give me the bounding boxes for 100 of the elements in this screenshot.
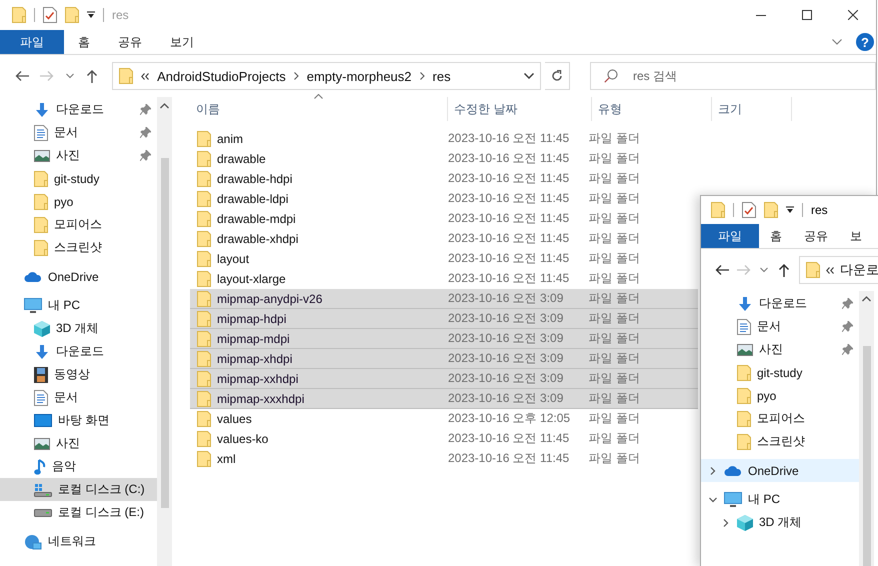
file-name: mipmap-anydpi-v26 xyxy=(217,292,322,306)
file-name: drawable-ldpi xyxy=(217,192,288,206)
cloud-icon xyxy=(724,464,742,476)
type-cell-text: 파일 폴더 xyxy=(588,270,642,287)
folder-icon xyxy=(197,230,211,246)
cloud-icon xyxy=(24,270,42,282)
type-cell-text: 파일 폴더 xyxy=(588,130,642,147)
chevron-icon[interactable] xyxy=(722,518,730,526)
date-cell-text: 2023-10-16 오전 11:45 xyxy=(446,130,570,147)
type-cell-text: 파일 폴더 xyxy=(588,350,642,367)
document-icon xyxy=(34,390,48,406)
nav-item[interactable]: 3D 개체 xyxy=(701,511,859,534)
folder-icon xyxy=(806,262,820,278)
ribbon-tab[interactable]: 파일 xyxy=(701,224,759,248)
nav-item[interactable]: 사진 xyxy=(701,338,859,361)
drive-icon xyxy=(34,482,52,496)
folder-icon xyxy=(197,270,211,286)
download-icon xyxy=(737,296,753,312)
date-cell-text: 2023-10-16 오전 11:45 xyxy=(446,250,570,267)
folder-icon xyxy=(737,364,751,380)
nav-item[interactable]: pyo xyxy=(701,384,859,407)
pin-icon[interactable] xyxy=(842,344,853,355)
type-cell-text: 파일 폴더 xyxy=(588,310,642,327)
properties-icon[interactable] xyxy=(742,202,756,218)
chevron-icon[interactable] xyxy=(709,496,717,504)
date-cell-text: 2023-10-16 오전 3:09 xyxy=(446,290,564,307)
folder-icon xyxy=(737,388,751,404)
file-name: values xyxy=(217,412,252,426)
breadcrumb[interactable]: 다운로 xyxy=(840,261,878,279)
up-arrow-icon[interactable] xyxy=(778,263,790,277)
back-arrow-icon[interactable] xyxy=(715,264,730,276)
date-cell-text: 2023-10-16 오전 11:45 xyxy=(446,270,570,287)
address-bar[interactable]: 다운로 xyxy=(799,256,878,284)
nav-item[interactable]: OneDrive xyxy=(701,459,859,482)
ribbon-tab[interactable]: 공유 xyxy=(793,224,839,248)
pin-icon[interactable] xyxy=(842,298,853,309)
nav-item[interactable]: git-study xyxy=(701,361,859,384)
type-cell-text: 파일 폴더 xyxy=(588,390,642,407)
file-name: xml xyxy=(217,452,236,466)
type-cell-text: 파일 폴더 xyxy=(588,230,642,247)
file-name: mipmap-xxhdpi xyxy=(217,372,298,386)
folder-icon xyxy=(197,150,211,166)
folder-icon xyxy=(119,68,134,84)
chevron-down-icon[interactable] xyxy=(524,73,534,79)
folder-icon xyxy=(34,216,48,232)
computer-icon xyxy=(24,298,42,314)
folder-icon xyxy=(737,434,751,450)
nav-item[interactable]: 다운로드 xyxy=(701,292,859,315)
file-name: drawable xyxy=(217,152,266,166)
scrollbar[interactable] xyxy=(859,291,874,566)
date-cell-text: 2023-10-16 오전 3:09 xyxy=(446,370,564,387)
nav-item[interactable]: 내 PC xyxy=(701,488,859,511)
folder-icon xyxy=(197,370,211,386)
nav-item[interactable]: 문서 xyxy=(701,315,859,338)
picture-icon xyxy=(34,148,50,162)
folder-icon xyxy=(197,430,211,446)
folder-icon xyxy=(34,194,48,210)
date-cell-text: 2023-10-16 오전 3:09 xyxy=(446,310,564,327)
date-cell-text: 2023-10-16 오전 3:09 xyxy=(446,390,564,407)
scroll-up-icon[interactable] xyxy=(862,296,871,302)
type-cell-text: 파일 폴더 xyxy=(588,250,642,267)
document-icon xyxy=(34,124,48,140)
window-title: res xyxy=(112,8,129,22)
file-name: mipmap-hdpi xyxy=(217,312,286,326)
type-cell-text: 파일 폴더 xyxy=(588,290,642,307)
type-cell-text: 파일 폴더 xyxy=(588,330,642,347)
file-name: drawable-mdpi xyxy=(217,212,296,226)
folder-icon xyxy=(197,390,211,406)
nav-item[interactable]: 스크린샷 xyxy=(701,430,859,453)
file-name: layout xyxy=(217,252,250,266)
date-cell-text: 2023-10-16 오전 11:45 xyxy=(446,450,570,467)
nav-item[interactable]: 모피어스 xyxy=(701,407,859,430)
file-name: mipmap-mdpi xyxy=(217,332,290,346)
customize-dropdown-icon[interactable] xyxy=(786,206,794,214)
folder-icon xyxy=(34,240,48,256)
folder-icon xyxy=(197,310,211,326)
chevron-down-icon[interactable] xyxy=(760,267,768,273)
type-cell-text: 파일 폴더 xyxy=(588,210,642,227)
pin-icon[interactable] xyxy=(842,321,853,332)
file-name: drawable-xhdpi xyxy=(217,232,298,246)
folder-icon xyxy=(197,350,211,366)
type-cell-text: 파일 폴더 xyxy=(588,150,642,167)
file-name: drawable-hdpi xyxy=(217,172,292,186)
computer-icon xyxy=(724,492,742,508)
overflow-chevron-icon[interactable] xyxy=(826,266,834,274)
file-name: mipmap-xhdpi xyxy=(217,352,292,366)
picture-icon xyxy=(737,342,753,356)
new-folder-icon xyxy=(764,202,778,218)
folder-icon xyxy=(197,250,211,266)
ribbon-tab[interactable]: 홈 xyxy=(759,224,793,248)
picture-icon xyxy=(34,436,50,450)
date-cell-text: 2023-10-16 오전 3:09 xyxy=(446,330,564,347)
date-cell-text: 2023-10-16 오전 3:09 xyxy=(446,350,564,367)
cube-icon xyxy=(737,514,753,530)
document-icon xyxy=(737,318,751,334)
type-cell-text: 파일 폴더 xyxy=(588,410,642,427)
date-cell-text: 2023-10-16 오전 11:45 xyxy=(446,230,570,247)
chevron-icon[interactable] xyxy=(709,466,717,474)
ribbon-tab[interactable]: 보 xyxy=(839,224,873,248)
music-note-icon xyxy=(34,458,46,474)
